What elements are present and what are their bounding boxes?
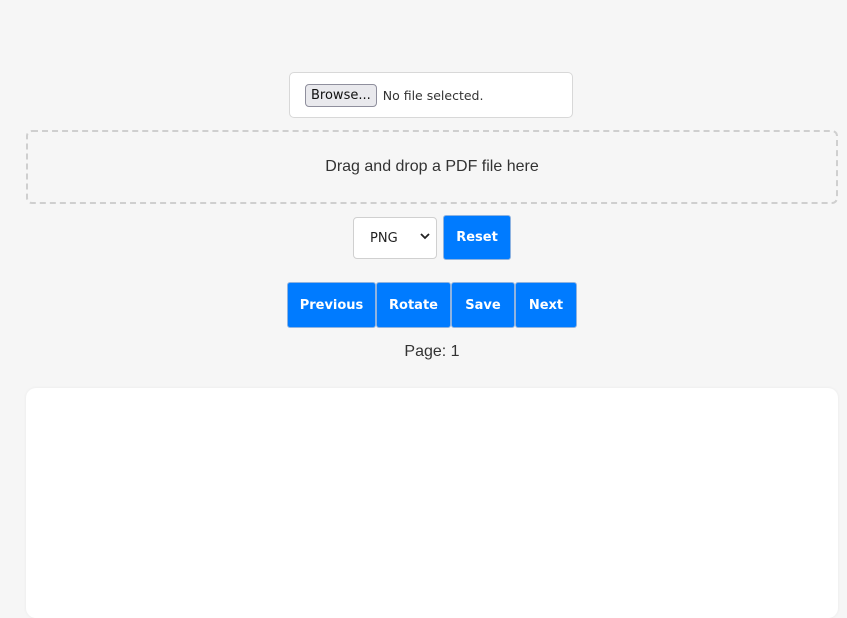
rotate-button[interactable]: Rotate — [376, 282, 451, 328]
browse-button[interactable]: Browse... — [305, 83, 377, 107]
page-indicator: Page: 1 — [404, 343, 460, 360]
next-button[interactable]: Next — [515, 282, 577, 328]
file-input[interactable]: Browse... No file selected. — [289, 72, 573, 118]
format-selected-value: PNG — [370, 230, 398, 246]
reset-button[interactable]: Reset — [443, 215, 511, 260]
format-select[interactable]: PNG — [353, 217, 437, 259]
previous-button[interactable]: Previous — [287, 282, 376, 328]
save-button[interactable]: Save — [451, 282, 515, 328]
file-status: No file selected. — [382, 87, 484, 103]
pdf-dropzone[interactable]: Drag and drop a PDF file here — [26, 130, 838, 204]
pdf-preview-canvas — [26, 388, 838, 618]
chevron-down-icon — [420, 230, 430, 243]
dropzone-label: Drag and drop a PDF file here — [325, 158, 539, 175]
